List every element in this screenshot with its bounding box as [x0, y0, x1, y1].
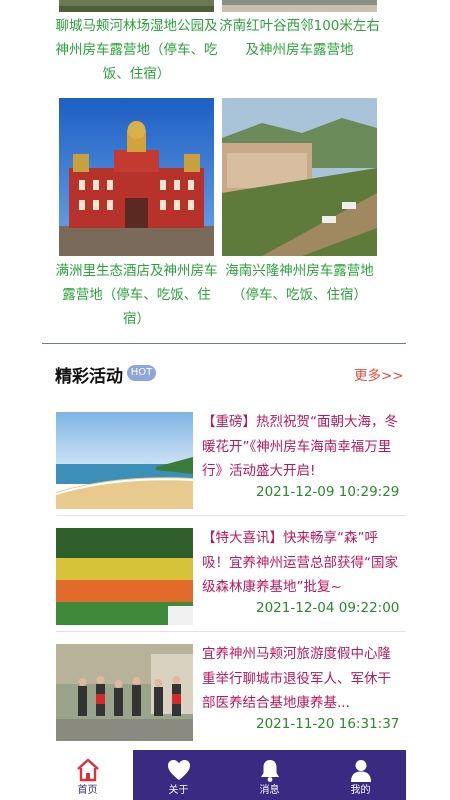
news-date: 2021-12-04 09:22:00: [256, 600, 400, 616]
camp-image[interactable]: [59, 98, 214, 256]
news-date: 2021-11-20 16:31:37: [256, 716, 400, 732]
tab-about[interactable]: 关于: [133, 750, 224, 800]
camp-item-2[interactable]: 满洲里生态酒店及神州房车露营地（停车、吃饭、住宿）: [55, 259, 218, 331]
camp-title: 济南红叶谷西邻100米左右及神州房车露营地: [219, 18, 380, 58]
tab-label: 我的: [350, 785, 371, 796]
camp-title: 满洲里生态酒店及神州房车露营地（停车、吃饭、住宿）: [55, 263, 218, 327]
news-title: 宜养神州马颊河旅游度假中心隆重举行聊城市退役军人、军休干部医养结合基地康养基..…: [202, 646, 391, 711]
camp-item-1[interactable]: 济南红叶谷西邻100米左右及神州房车露营地: [218, 14, 381, 62]
camp-image[interactable]: [59, 0, 214, 12]
news-title: 【重磅】热烈祝贺“面朝大海，冬暖花开”《神州房车海南幸福万里行》活动盛大开启!: [202, 414, 398, 479]
camp-item-3[interactable]: 海南兴隆神州房车露营地（停车、吃饭、住宿）: [218, 259, 381, 307]
user-icon: [350, 760, 371, 782]
bell-icon: [260, 760, 279, 782]
tab-label: 首页: [77, 785, 98, 796]
more-link[interactable]: 更多>>: [354, 364, 404, 384]
camp-title: 聊城马颊河林场湿地公园及神州房车露营地（停车、吃饭、住宿）: [55, 18, 218, 82]
section-title: 精彩活动: [55, 367, 123, 387]
news-title: 【特大喜讯】快来畅享“森”呼吸！宜养神州运营总部获得“国家级森林康养基地”批复~: [202, 530, 398, 595]
hot-badge: HOT: [127, 365, 156, 381]
news-item[interactable]: 【特大喜讯】快来畅享“森”呼吸！宜养神州运营总部获得“国家级森林康养基地”批复~…: [0, 516, 450, 632]
tab-label: 关于: [168, 785, 189, 796]
section-divider: [42, 343, 406, 344]
tab-home[interactable]: 首页: [42, 750, 133, 800]
news-image: [56, 528, 193, 625]
news-image: [56, 644, 193, 741]
news-image: [56, 412, 193, 509]
news-item[interactable]: 宜养神州马颊河旅游度假中心隆重举行聊城市退役军人、军休干部医养结合基地康养基..…: [0, 632, 450, 748]
news-item[interactable]: 【重磅】热烈祝贺“面朝大海，冬暖花开”《神州房车海南幸福万里行》活动盛大开启! …: [0, 400, 450, 516]
camp-item-0[interactable]: 聊城马颊河林场湿地公园及神州房车露营地（停车、吃饭、住宿）: [55, 14, 218, 86]
tab-profile[interactable]: 我的: [315, 750, 406, 800]
tab-messages[interactable]: 消息: [224, 750, 315, 800]
heart-icon: [167, 760, 190, 780]
camp-image[interactable]: [222, 0, 377, 12]
bottom-tab-bar: 首页 关于 消息 我的: [42, 750, 406, 800]
home-icon: [76, 758, 99, 782]
camp-image[interactable]: [222, 98, 377, 256]
news-date: 2021-12-09 10:29:29: [256, 484, 400, 500]
camp-title: 海南兴隆神州房车露营地（停车、吃饭、住宿）: [225, 263, 374, 303]
main-scroll[interactable]: 聊城马颊河林场湿地公园及神州房车露营地（停车、吃饭、住宿） 济南红叶谷西邻100…: [0, 0, 450, 750]
tab-label: 消息: [259, 785, 280, 796]
